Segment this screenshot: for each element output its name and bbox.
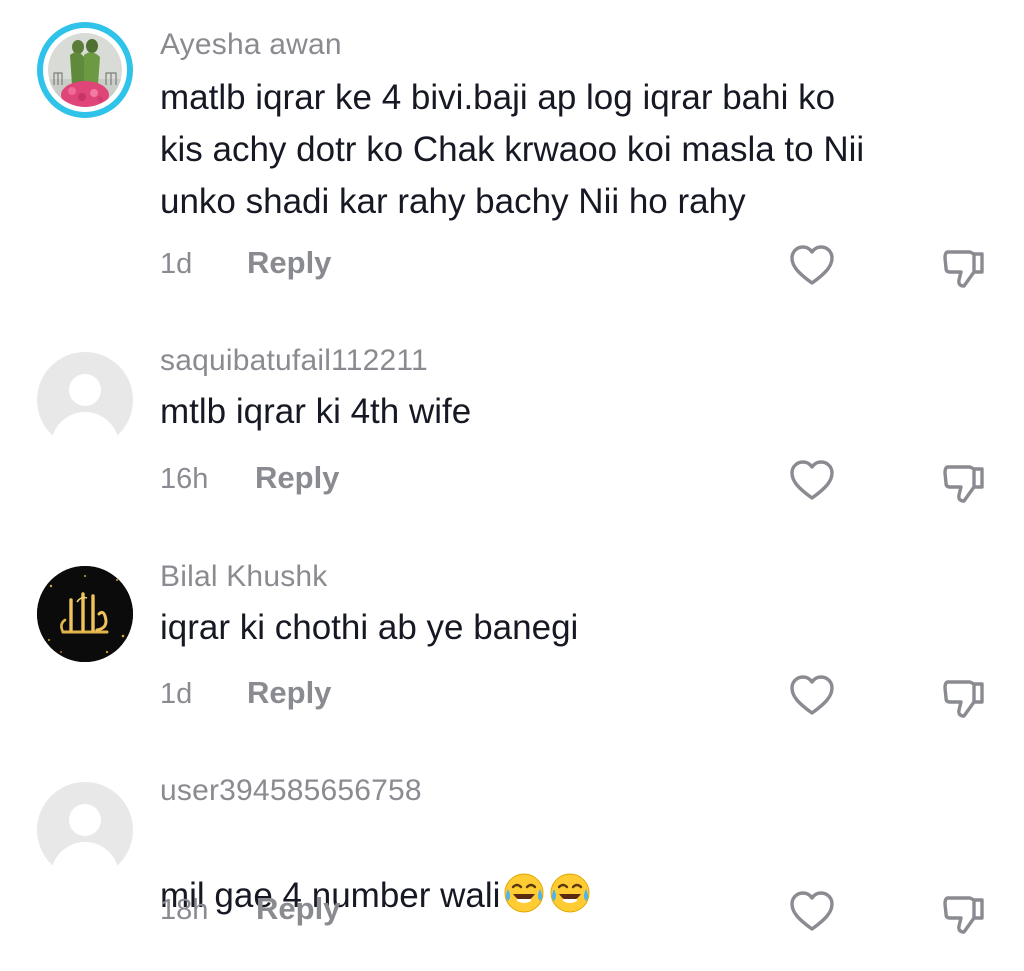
comment-username[interactable]: Ayesha awan: [160, 28, 342, 62]
avatar[interactable]: [37, 22, 133, 118]
heart-icon[interactable]: [788, 888, 836, 936]
comment-username[interactable]: saquibatufail112211: [160, 344, 428, 378]
reply-button[interactable]: Reply: [247, 245, 331, 281]
comment-username[interactable]: Bilal Khushk: [160, 560, 328, 594]
reply-button[interactable]: Reply: [256, 891, 340, 927]
default-avatar-icon: [69, 374, 101, 406]
comment-username[interactable]: user394585656758: [160, 774, 422, 808]
thumbs-down-icon[interactable]: [940, 242, 988, 290]
default-avatar-body: [51, 842, 119, 878]
heart-icon[interactable]: [788, 672, 836, 720]
heart-icon[interactable]: [788, 242, 836, 290]
comment-time: 1d: [160, 248, 193, 280]
thumbs-down-icon[interactable]: [940, 672, 988, 720]
calligraphy-icon: [37, 566, 133, 662]
comment-time: 16h: [160, 463, 209, 495]
reply-button[interactable]: Reply: [247, 675, 331, 711]
reply-button[interactable]: Reply: [255, 460, 339, 496]
comment-text: mtlb iqrar ki 4th wife: [160, 392, 472, 431]
default-avatar-icon: [69, 804, 101, 836]
comment-time: 18h: [160, 894, 209, 926]
avatar[interactable]: [37, 352, 133, 448]
comment-time: 1d: [160, 678, 193, 710]
comment-text: matlb iqrar ke 4 bivi.baji ap log iqrar …: [160, 78, 865, 221]
thumbs-down-icon[interactable]: [940, 888, 988, 936]
heart-icon[interactable]: [788, 457, 836, 505]
avatar[interactable]: [37, 782, 133, 878]
thumbs-down-icon[interactable]: [940, 457, 988, 505]
avatar-photo: [48, 33, 122, 107]
tears-of-joy-emoji-icon: [504, 873, 544, 913]
comment-text: iqrar ki chothi ab ye banegi: [160, 608, 579, 647]
default-avatar-body: [51, 412, 119, 448]
tears-of-joy-emoji-icon: [550, 873, 590, 913]
avatar[interactable]: [37, 566, 133, 662]
